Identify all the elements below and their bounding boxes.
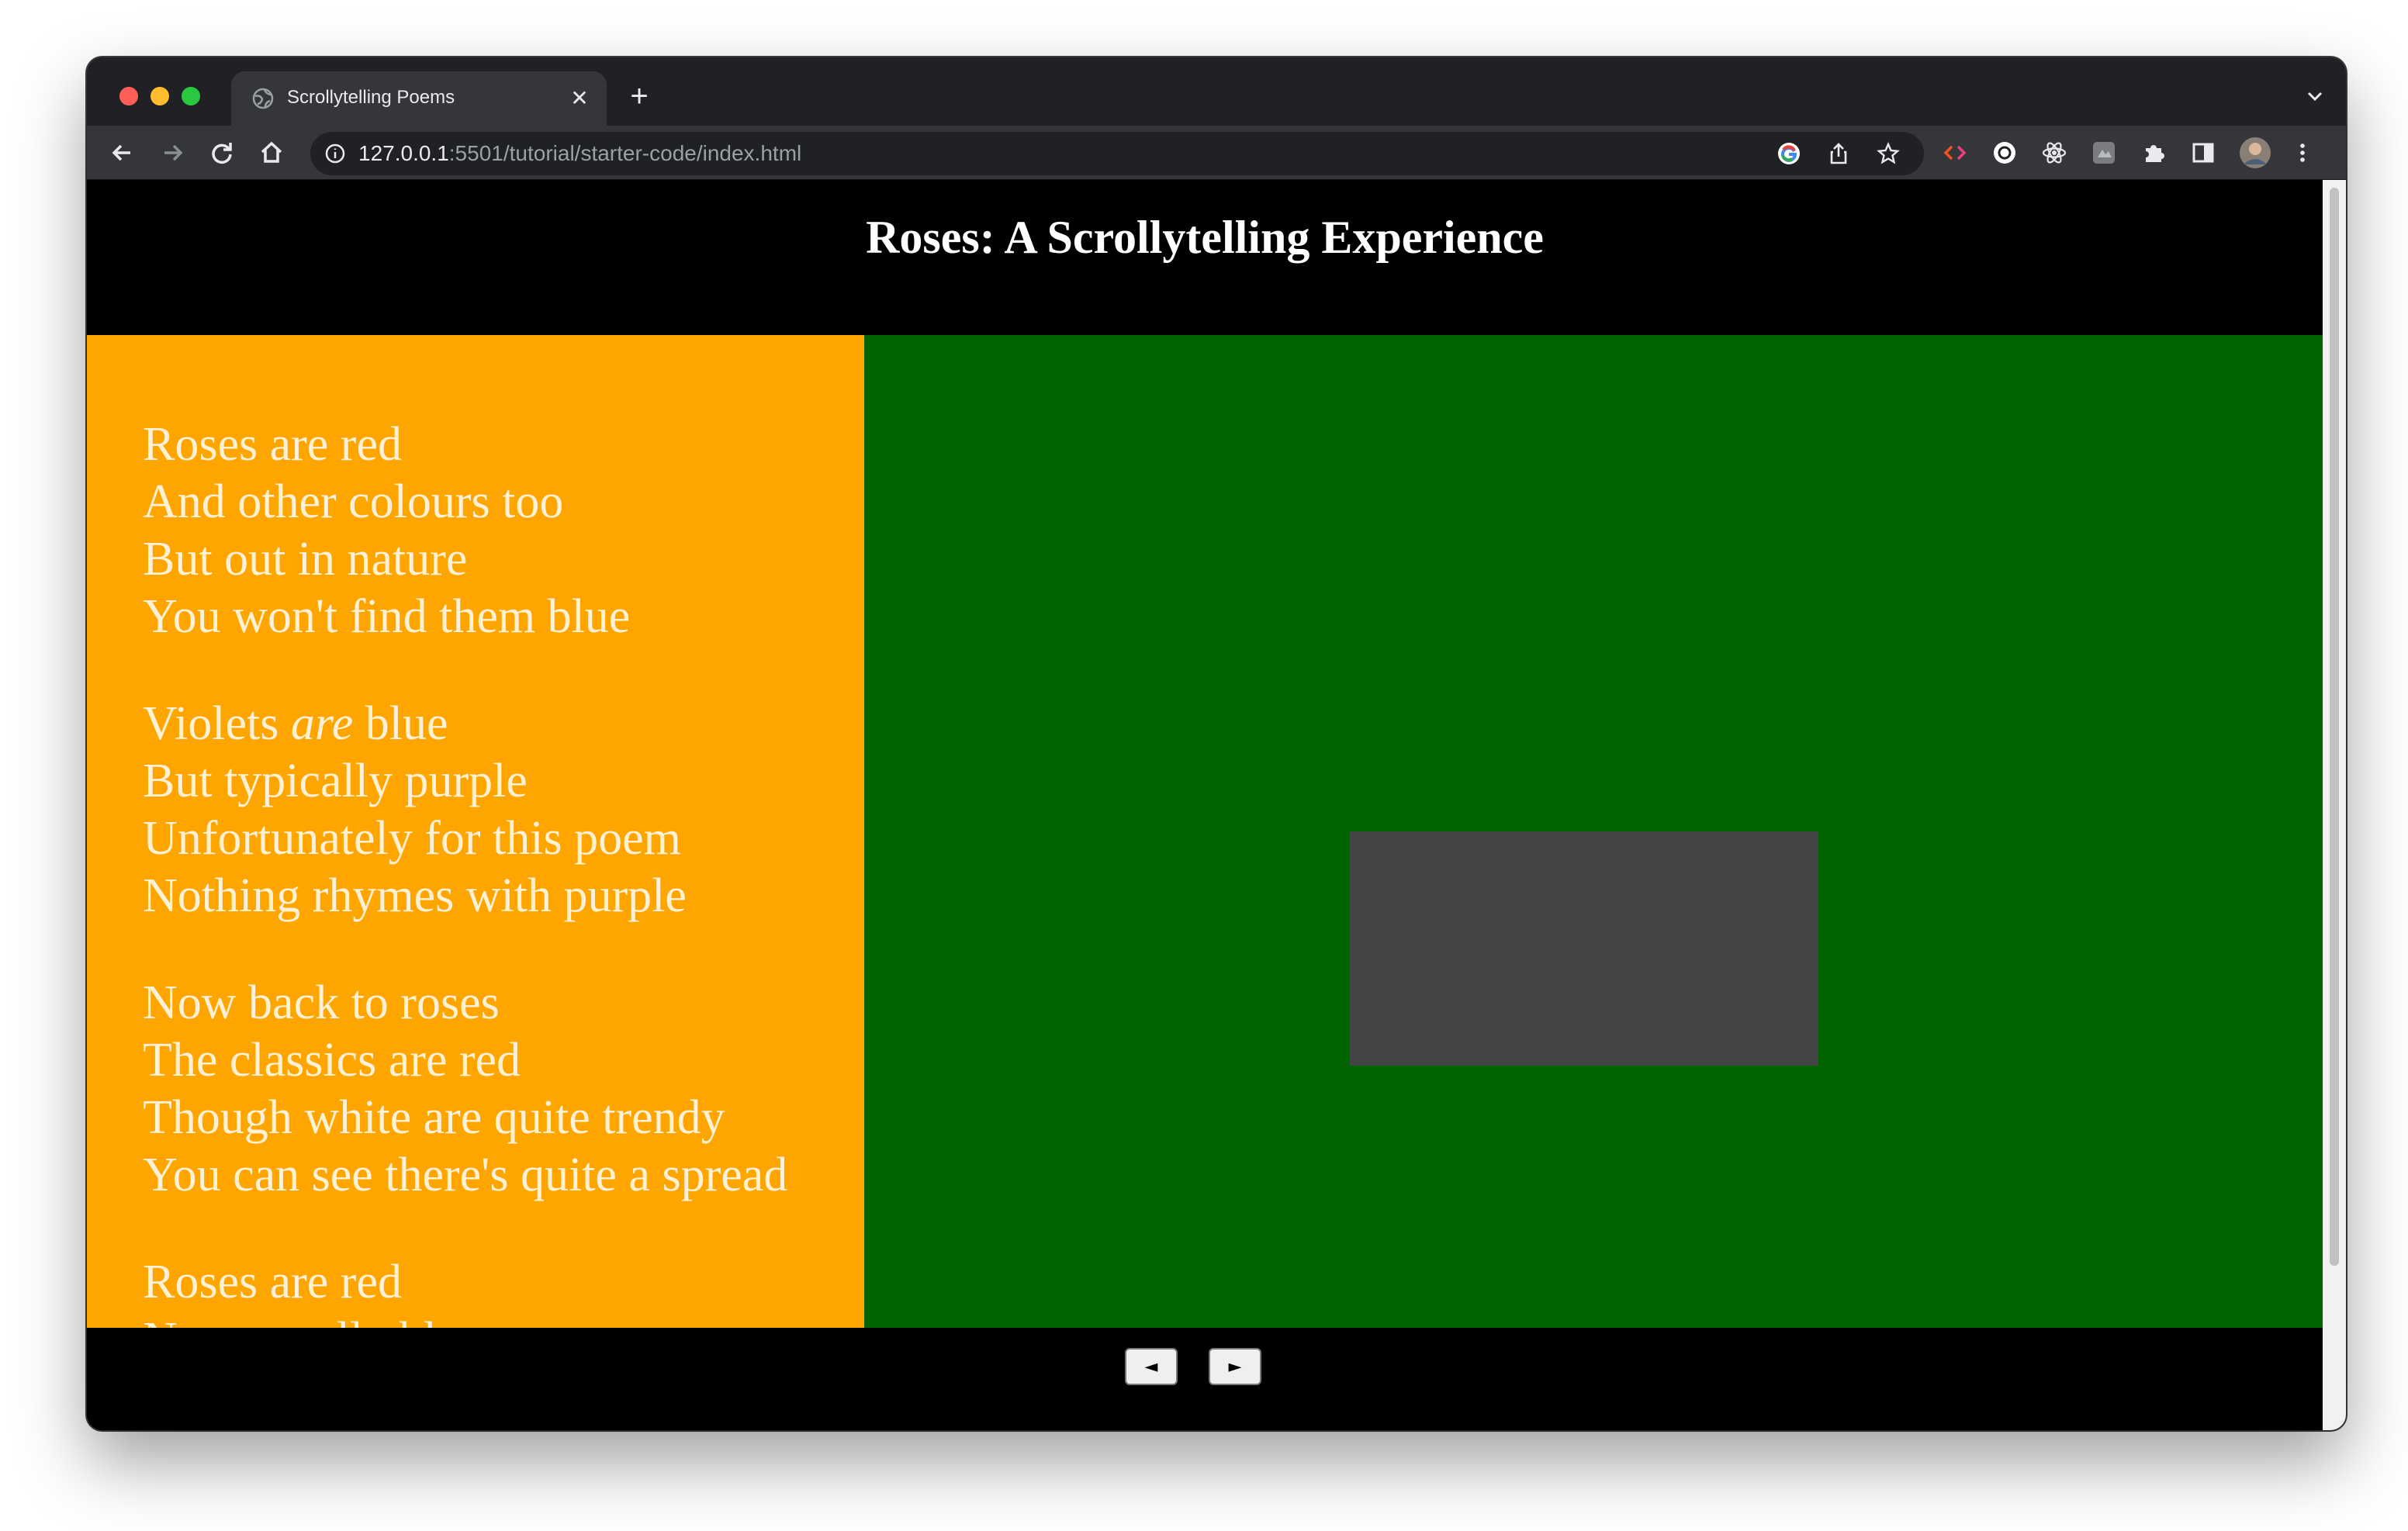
side-panel-icon[interactable]	[2189, 139, 2217, 167]
poem-line: Unfortunately for this poem	[143, 812, 681, 865]
poem-line: Roses are red	[143, 418, 402, 471]
poem-line: But typically purple	[143, 755, 528, 807]
stage-box	[1350, 831, 1818, 1066]
poem-line-emphasis: are	[290, 697, 354, 750]
poem-panel: Roses are red And other colours too But …	[87, 335, 864, 1328]
info-icon[interactable]	[324, 143, 346, 164]
home-icon[interactable]	[254, 136, 289, 170]
extension-icon[interactable]	[1991, 139, 2019, 167]
bookmark-star-icon[interactable]	[1876, 141, 1901, 166]
close-window-button[interactable]	[119, 87, 138, 105]
tab-scrollytelling-poems[interactable]: Scrollytelling Poems ✕	[231, 71, 607, 126]
google-lens-icon[interactable]	[1777, 141, 1801, 166]
extensions-puzzle-icon[interactable]	[2140, 139, 2168, 167]
share-icon[interactable]	[1826, 141, 1851, 166]
poem-text: Roses are red And other colours too But …	[143, 416, 787, 1328]
poem-line: Nothing rhymes with purple	[143, 869, 687, 922]
poem-line-start: Violets	[143, 697, 291, 750]
reload-icon[interactable]	[205, 136, 239, 170]
poem-line: But out in nature	[143, 533, 468, 586]
menu-icon[interactable]	[2289, 139, 2316, 167]
page-scrollbar[interactable]	[2323, 180, 2346, 1430]
poem-line: The classics are red	[143, 1034, 521, 1087]
url-path: :5501/tutorial/starter-code/index.html	[448, 141, 802, 165]
browser-toolbar: 127.0.0.1:5501/tutorial/starter-code/ind…	[87, 126, 2346, 180]
new-tab-button[interactable]: +	[622, 79, 656, 113]
tab-title: Scrollytelling Poems	[287, 87, 455, 108]
devtools-extension-icon[interactable]	[1941, 139, 1969, 167]
footer-controls: ◄ ►	[87, 1328, 2323, 1430]
next-button[interactable]: ►	[1209, 1348, 1261, 1385]
maximize-window-button[interactable]	[182, 87, 200, 105]
extension-icon[interactable]	[2090, 139, 2118, 167]
address-bar[interactable]: 127.0.0.1:5501/tutorial/starter-code/ind…	[310, 132, 1924, 175]
react-devtools-icon[interactable]	[2040, 139, 2068, 167]
stanza: Roses are red Now usually blue	[143, 1253, 787, 1328]
poem-line: Roses are red	[143, 1256, 402, 1308]
stanza: Violets are blue But typically purple Un…	[143, 695, 787, 924]
poem-line-end: blue	[353, 697, 448, 750]
visual-stage	[864, 335, 2323, 1328]
url-host: 127.0.0.1	[358, 141, 449, 165]
minimize-window-button[interactable]	[150, 87, 169, 105]
back-icon[interactable]	[106, 136, 140, 170]
profile-avatar[interactable]	[2239, 137, 2271, 169]
poem-line: Now back to roses	[143, 976, 500, 1029]
poem-line: You can see there's quite a spread	[143, 1149, 788, 1201]
stanza: Now back to roses The classics are red T…	[143, 974, 787, 1204]
tab-strip: Scrollytelling Poems ✕ +	[87, 57, 2346, 126]
forward-icon[interactable]	[155, 136, 189, 170]
scrollbar-thumb[interactable]	[2330, 188, 2339, 1266]
stanza: Roses are red And other colours too But …	[143, 416, 787, 645]
poem-line: And other colours too	[143, 475, 564, 528]
close-icon[interactable]: ✕	[566, 85, 593, 112]
previous-button[interactable]: ◄	[1125, 1348, 1178, 1385]
page-title: Roses: A Scrollytelling Experience	[866, 212, 1544, 263]
globe-icon	[252, 88, 274, 109]
poem-line: Now usually blue	[143, 1311, 787, 1328]
page-viewport: Roses: A Scrollytelling Experience Roses…	[87, 180, 2323, 1430]
url-text[interactable]: 127.0.0.1:5501/tutorial/starter-code/ind…	[358, 141, 801, 166]
chevron-down-icon[interactable]	[2299, 81, 2330, 112]
poem-line: Though white are quite trendy	[143, 1091, 725, 1144]
browser-window: Scrollytelling Poems ✕ + 127.0.0.1:5501/…	[87, 57, 2346, 1430]
poem-line: Violets are blue	[143, 695, 787, 752]
poem-line: You won't find them blue	[143, 590, 631, 643]
